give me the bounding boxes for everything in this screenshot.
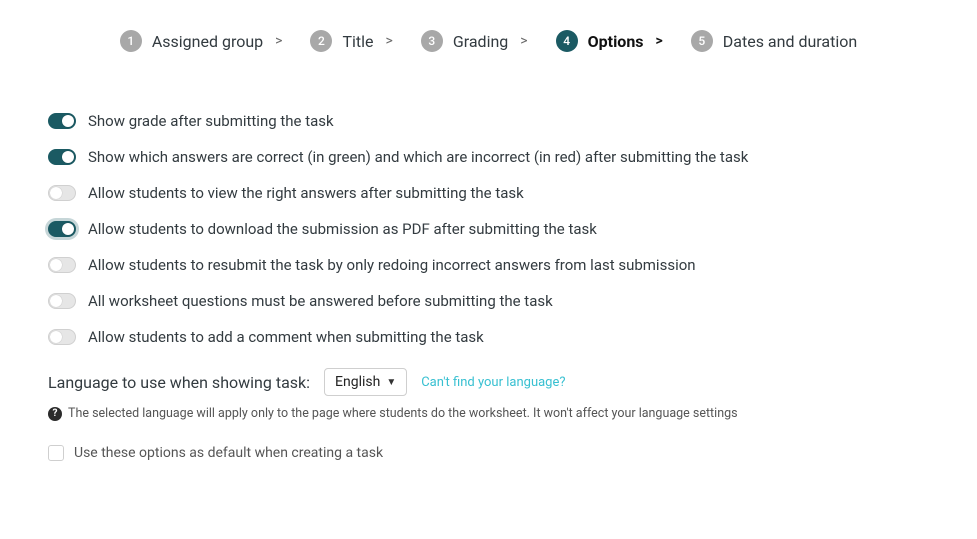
step-grading[interactable]: 3 Grading > — [421, 30, 528, 52]
toggle-knob — [50, 295, 62, 307]
step-options[interactable]: 4 Options > — [556, 30, 663, 52]
step-title[interactable]: 2 Title > — [310, 30, 392, 52]
step-label: Assigned group — [152, 32, 263, 51]
toggle-add-comment[interactable] — [48, 329, 76, 345]
option-download-pdf: Allow students to download the submissio… — [48, 220, 929, 238]
option-label: Allow students to download the submissio… — [88, 220, 597, 238]
step-label: Dates and duration — [723, 32, 857, 51]
step-number: 5 — [691, 30, 713, 52]
defaults-label: Use these options as default when creati… — [74, 445, 383, 461]
option-label: Allow students to view the right answers… — [88, 184, 524, 202]
step-dates-and-duration[interactable]: 5 Dates and duration — [691, 30, 857, 52]
step-number: 2 — [310, 30, 332, 52]
option-show-correct: Show which answers are correct (in green… — [48, 148, 929, 166]
step-label: Options — [588, 32, 644, 51]
chevron-right-icon: > — [386, 33, 393, 49]
option-show-grade: Show grade after submitting the task — [48, 112, 929, 130]
toggle-knob — [50, 259, 62, 271]
toggle-knob — [50, 331, 62, 343]
stepper: 1 Assigned group >2 Title >3 Grading >4 Options… — [0, 0, 977, 92]
info-icon: ? — [48, 407, 62, 421]
toggle-knob — [62, 115, 74, 127]
language-label: Language to use when showing task: — [48, 373, 310, 392]
option-view-right: Allow students to view the right answers… — [48, 184, 929, 202]
option-label: Show grade after submitting the task — [88, 112, 334, 130]
option-must-answer-all: All worksheet questions must be answered… — [48, 292, 929, 310]
toggle-knob — [50, 187, 62, 199]
option-add-comment: Allow students to add a comment when sub… — [48, 328, 929, 346]
toggle-must-answer-all[interactable] — [48, 293, 76, 309]
language-hint: ? The selected language will apply only … — [48, 406, 929, 421]
defaults-row: Use these options as default when creati… — [48, 445, 929, 461]
toggle-resubmit[interactable] — [48, 257, 76, 273]
toggle-knob — [62, 223, 74, 235]
step-label: Grading — [453, 32, 508, 51]
toggle-knob — [62, 151, 74, 163]
option-label: All worksheet questions must be answered… — [88, 292, 553, 310]
chevron-down-icon: ▼ — [386, 377, 396, 388]
options-panel: Show grade after submitting the task Show… — [0, 92, 977, 461]
option-label: Allow students to add a comment when sub… — [88, 328, 484, 346]
option-label: Show which answers are correct (in green… — [88, 148, 748, 166]
language-row: Language to use when showing task: Engli… — [48, 368, 929, 396]
chevron-right-icon: > — [656, 33, 663, 49]
language-selected: English — [335, 374, 380, 390]
option-resubmit: Allow students to resubmit the task by o… — [48, 256, 929, 274]
toggle-show-correct[interactable] — [48, 149, 76, 165]
option-label: Allow students to resubmit the task by o… — [88, 256, 696, 274]
language-help-link[interactable]: Can't find your language? — [421, 375, 565, 390]
chevron-right-icon: > — [275, 33, 282, 49]
language-select[interactable]: English ▼ — [324, 368, 407, 396]
toggle-view-right[interactable] — [48, 185, 76, 201]
toggle-show-grade[interactable] — [48, 113, 76, 129]
defaults-checkbox[interactable] — [48, 445, 64, 461]
hint-text: The selected language will apply only to… — [68, 406, 738, 421]
toggle-download-pdf[interactable] — [48, 221, 76, 237]
chevron-right-icon: > — [520, 33, 527, 49]
step-number: 4 — [556, 30, 578, 52]
step-label: Title — [342, 32, 373, 51]
step-number: 3 — [421, 30, 443, 52]
step-assigned-group[interactable]: 1 Assigned group > — [120, 30, 283, 52]
step-number: 1 — [120, 30, 142, 52]
